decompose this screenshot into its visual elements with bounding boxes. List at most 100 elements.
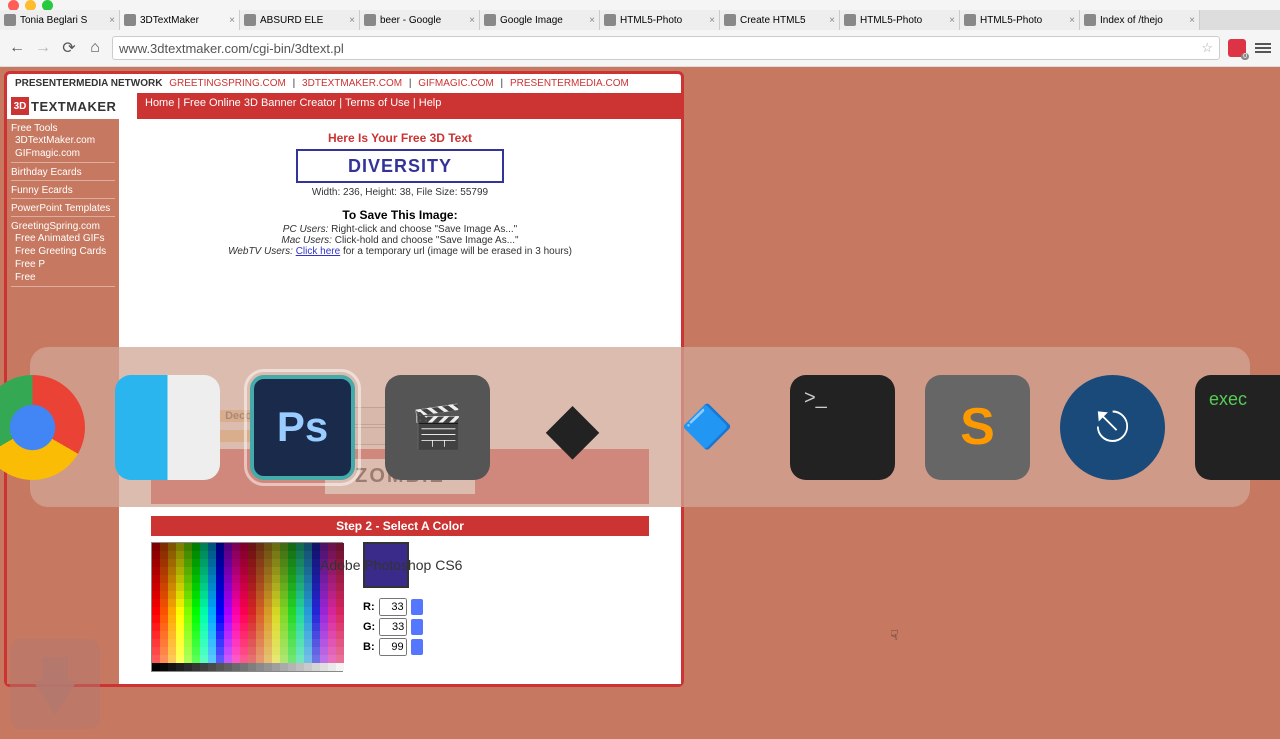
palette-cell[interactable] (232, 607, 240, 615)
palette-cell[interactable] (184, 615, 192, 623)
palette-cell[interactable] (160, 599, 168, 607)
site-logo[interactable]: 3D TEXTMAKER (7, 93, 137, 119)
palette-cell[interactable] (200, 551, 208, 559)
palette-cell[interactable] (248, 575, 256, 583)
palette-cell[interactable] (328, 599, 336, 607)
palette-cell[interactable] (312, 639, 320, 647)
palette-cell[interactable] (336, 543, 344, 551)
palette-cell[interactable] (280, 647, 288, 655)
palette-cell[interactable] (328, 663, 336, 671)
palette-cell[interactable] (296, 599, 304, 607)
sidebar-item[interactable]: Free (11, 271, 115, 284)
palette-cell[interactable] (200, 647, 208, 655)
palette-cell[interactable] (192, 663, 200, 671)
palette-cell[interactable] (232, 639, 240, 647)
palette-cell[interactable] (256, 639, 264, 647)
palette-cell[interactable] (168, 591, 176, 599)
palette-cell[interactable] (248, 663, 256, 671)
palette-cell[interactable] (256, 663, 264, 671)
palette-cell[interactable] (280, 599, 288, 607)
palette-cell[interactable] (264, 663, 272, 671)
palette-cell[interactable] (224, 583, 232, 591)
palette-cell[interactable] (248, 631, 256, 639)
close-tab-icon[interactable]: × (949, 15, 955, 26)
reload-button[interactable]: ⟳ (60, 39, 78, 57)
palette-cell[interactable] (184, 623, 192, 631)
palette-cell[interactable] (304, 655, 312, 663)
webtv-link[interactable]: Click here (296, 246, 340, 257)
palette-cell[interactable] (248, 639, 256, 647)
palette-cell[interactable] (304, 599, 312, 607)
palette-cell[interactable] (176, 567, 184, 575)
palette-cell[interactable] (248, 559, 256, 567)
nav-link[interactable]: Terms of Use (345, 97, 410, 109)
palette-cell[interactable] (152, 599, 160, 607)
palette-cell[interactable] (216, 599, 224, 607)
palette-cell[interactable] (256, 591, 264, 599)
palette-cell[interactable] (200, 575, 208, 583)
palette-cell[interactable] (320, 615, 328, 623)
palette-cell[interactable] (272, 575, 280, 583)
dock-monodevelop-icon[interactable]: 🔷 (655, 375, 760, 480)
menu-icon[interactable] (1254, 39, 1272, 57)
palette-cell[interactable] (160, 647, 168, 655)
palette-cell[interactable] (208, 551, 216, 559)
palette-cell[interactable] (312, 591, 320, 599)
palette-cell[interactable] (248, 567, 256, 575)
palette-cell[interactable] (192, 567, 200, 575)
palette-cell[interactable] (288, 607, 296, 615)
palette-cell[interactable] (192, 623, 200, 631)
browser-tab[interactable]: ABSURD ELE× (240, 10, 360, 30)
palette-cell[interactable] (312, 631, 320, 639)
palette-cell[interactable] (280, 639, 288, 647)
palette-cell[interactable] (216, 551, 224, 559)
palette-cell[interactable] (184, 583, 192, 591)
palette-cell[interactable] (272, 623, 280, 631)
palette-cell[interactable] (288, 583, 296, 591)
extension-icon[interactable]: 0 (1228, 39, 1246, 57)
palette-cell[interactable] (296, 655, 304, 663)
palette-cell[interactable] (248, 599, 256, 607)
palette-cell[interactable] (256, 607, 264, 615)
palette-cell[interactable] (296, 639, 304, 647)
palette-cell[interactable] (264, 559, 272, 567)
palette-cell[interactable] (160, 551, 168, 559)
palette-cell[interactable] (272, 559, 280, 567)
palette-cell[interactable] (152, 631, 160, 639)
palette-cell[interactable] (184, 559, 192, 567)
dock-chrome-icon[interactable] (0, 375, 85, 480)
palette-cell[interactable] (176, 639, 184, 647)
palette-cell[interactable] (256, 599, 264, 607)
palette-cell[interactable] (240, 567, 248, 575)
close-tab-icon[interactable]: × (589, 15, 595, 26)
palette-cell[interactable] (160, 559, 168, 567)
palette-cell[interactable] (176, 559, 184, 567)
palette-cell[interactable] (192, 591, 200, 599)
network-link[interactable]: 3DTEXTMAKER.COM (302, 78, 402, 89)
palette-cell[interactable] (168, 567, 176, 575)
palette-cell[interactable] (216, 647, 224, 655)
palette-cell[interactable] (200, 623, 208, 631)
palette-cell[interactable] (168, 615, 176, 623)
palette-cell[interactable] (320, 655, 328, 663)
browser-tab[interactable]: HTML5-Photo× (840, 10, 960, 30)
sidebar-heading[interactable]: PowerPoint Templates (11, 203, 115, 214)
palette-cell[interactable] (336, 663, 344, 671)
palette-cell[interactable] (328, 607, 336, 615)
palette-cell[interactable] (336, 591, 344, 599)
palette-cell[interactable] (288, 551, 296, 559)
palette-cell[interactable] (192, 631, 200, 639)
palette-cell[interactable] (216, 631, 224, 639)
palette-cell[interactable] (288, 559, 296, 567)
palette-cell[interactable] (224, 647, 232, 655)
palette-cell[interactable] (160, 663, 168, 671)
palette-cell[interactable] (256, 543, 264, 551)
palette-cell[interactable] (336, 639, 344, 647)
palette-cell[interactable] (304, 591, 312, 599)
palette-cell[interactable] (240, 551, 248, 559)
palette-cell[interactable] (288, 663, 296, 671)
palette-cell[interactable] (312, 599, 320, 607)
palette-cell[interactable] (248, 655, 256, 663)
palette-cell[interactable] (184, 543, 192, 551)
palette-cell[interactable] (192, 543, 200, 551)
